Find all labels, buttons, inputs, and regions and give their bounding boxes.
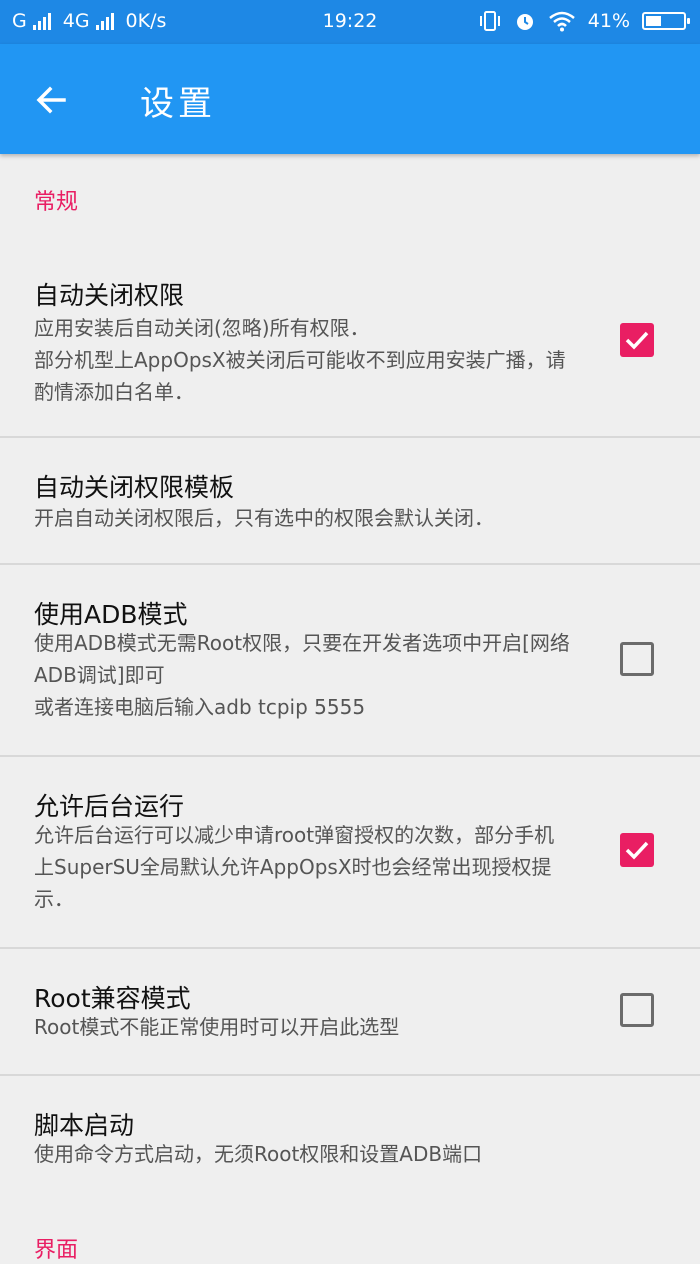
setting-title: 自动关闭权限模板 <box>34 473 235 502</box>
setting-root-compat[interactable]: Root兼容模式 Root模式不能正常使用时可以开启此选型 <box>0 949 700 1076</box>
root-compat-checkbox[interactable] <box>620 993 654 1027</box>
setting-summary: 使用命令方式启动，无须Root权限和设置ADB端口 <box>34 1142 483 1166</box>
checkmark-icon <box>625 331 649 350</box>
status-right: 41% <box>478 10 690 32</box>
setting-adb-mode[interactable]: 使用ADB模式 使用ADB模式无需Root权限，只要在开发者选项中开启[网络AD… <box>0 565 700 757</box>
vibrate-icon <box>479 11 500 31</box>
battery-fill <box>646 16 661 26</box>
back-button[interactable] <box>30 78 74 122</box>
setting-summary: Root模式不能正常使用时可以开启此选型 <box>34 1015 400 1039</box>
adb-mode-checkbox[interactable] <box>620 642 654 676</box>
section-header-general: 常规 <box>34 190 79 215</box>
setting-title: 允许后台运行 <box>34 792 185 821</box>
setting-summary: 开启自动关闭权限后，只有选中的权限会默认关闭． <box>34 506 494 530</box>
alarm-icon <box>516 14 533 30</box>
setting-title: 使用ADB模式 <box>34 600 188 629</box>
setting-summary: 允许后台运行可以减少申请root弹窗授权的次数，部分手机上SuperSU全局默认… <box>34 823 555 911</box>
setting-auto-close-permissions[interactable]: 自动关闭权限 应用安装后自动关闭(忽略)所有权限． 部分机型上AppOpsX被关… <box>0 240 700 438</box>
battery-icon <box>642 12 690 30</box>
wifi-icon <box>548 11 575 32</box>
setting-summary: 使用ADB模式无需Root权限，只要在开发者选项中开启[网络ADB调试]即可 或… <box>34 631 570 719</box>
background-run-checkbox[interactable] <box>620 833 654 867</box>
checkmark-icon <box>625 841 649 860</box>
status-bar: G 4G 0K/s 19:22 41% <box>0 0 700 44</box>
battery-percent: 41% <box>587 10 630 32</box>
setting-title: 脚本启动 <box>34 1111 135 1140</box>
section-header-interface: 界面 <box>34 1238 79 1263</box>
setting-auto-close-template[interactable]: 自动关闭权限模板 开启自动关闭权限后，只有选中的权限会默认关闭． <box>0 438 700 565</box>
setting-script-start[interactable]: 脚本启动 使用命令方式启动，无须Root权限和设置ADB端口 <box>0 1076 700 1216</box>
auto-close-checkbox[interactable] <box>620 323 654 357</box>
setting-title: 自动关闭权限 <box>34 281 185 310</box>
setting-title: Root兼容模式 <box>34 984 191 1013</box>
arrow-back-icon <box>36 86 66 114</box>
page-title: 设置 <box>140 84 216 124</box>
app-toolbar: 设置 <box>0 44 700 154</box>
setting-summary: 应用安装后自动关闭(忽略)所有权限． 部分机型上AppOpsX被关闭后可能收不到… <box>34 316 566 404</box>
setting-background-run[interactable]: 允许后台运行 允许后台运行可以减少申请root弹窗授权的次数，部分手机上Supe… <box>0 757 700 949</box>
